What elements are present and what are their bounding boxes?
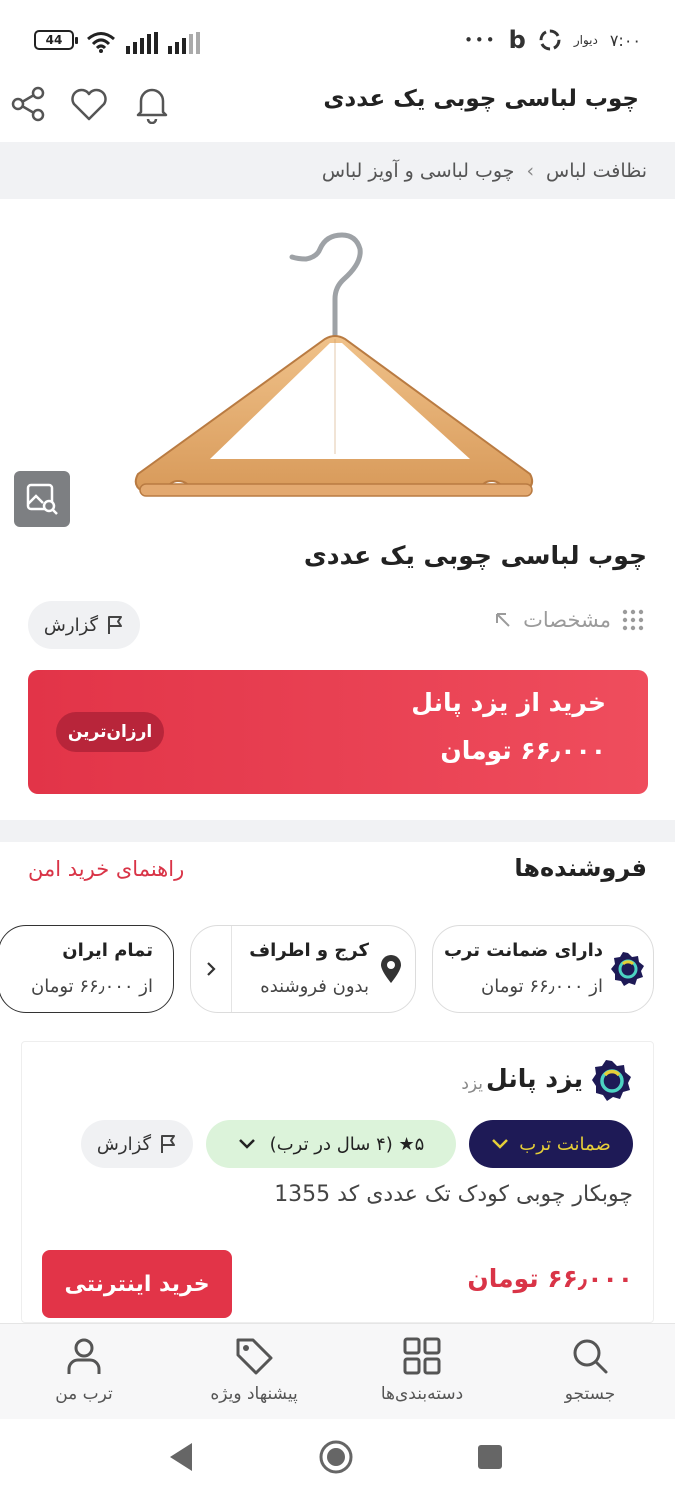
filter-location-sub: بدون فروشنده [260,976,369,997]
bell-icon[interactable] [130,82,174,126]
guarantee-label: ضمانت ترب [519,1133,611,1155]
offer-card: یزد پانل یزد ضمانت ترب ۵★ (۴ سال در ترب)… [21,1041,654,1323]
flag-icon [108,616,123,634]
search-icon [573,1339,608,1374]
safe-buy-guide-link[interactable]: راهنمای خرید امن [28,857,184,881]
divar-label: دیوار [573,33,598,47]
wifi-icon [87,32,115,53]
chevron-right-icon[interactable] [203,960,219,978]
header: چوب لباسی چوبی یک عددی [0,78,675,142]
tag-icon [236,1338,273,1375]
cell-signal-icon [126,32,158,54]
breadcrumb-separator: › [526,159,535,182]
rating-badge[interactable]: ۵★ (۴ سال در ترب) [206,1120,456,1168]
chevron-down-icon [492,1139,509,1149]
arrow-up-left-icon [496,613,510,627]
page-title: چوب لباسی چوبی یک عددی [323,86,639,112]
nav-search[interactable]: جستجو [520,1336,660,1416]
specs-label: مشخصات [523,608,611,632]
nav-search-label: جستجو [564,1384,616,1404]
grid-icon [403,1337,441,1375]
filter-all-iran-title: تمام ایران [62,940,153,961]
breadcrumb: نظافت لباس › چوب لباسی و آویز لباس [0,142,675,199]
recycle-icon [539,29,561,51]
filter-location[interactable]: کرج و اطراف بدون فروشنده [190,925,416,1013]
offer-price: ۶۶٫۰۰۰ تومان [467,1264,633,1293]
section-divider [0,820,675,842]
status-bar: 44 ••• b دیوار ۷:۰۰ [0,0,675,78]
buy-banner-price: ۶۶٫۰۰۰ تومان [440,736,606,765]
user-icon [67,1338,101,1374]
nav-profile[interactable]: ترب من [14,1336,154,1416]
more-dots: ••• [464,31,497,49]
nav-categories[interactable]: دسته‌بندی‌ها [352,1336,492,1416]
report-button[interactable]: گزارش [28,601,140,649]
filter-guarantee[interactable]: دارای ضمانت ترب از ۶۶٫۰۰۰ تومان [432,925,654,1013]
buy-banner-title: خرید از یزد پانل [411,688,606,717]
sellers-title: فروشنده‌ها [514,854,647,882]
grid-dots-icon [622,609,644,631]
online-buy-button[interactable]: خرید اینترنتی [42,1250,232,1318]
cheapest-badge: ارزان‌ترین [56,712,164,752]
torob-guarantee-icon [611,952,644,986]
gallery-button[interactable] [14,471,70,527]
offer-description: چوبکار چوبی کودک تک عددی کد 1355 [274,1182,633,1207]
heart-icon[interactable] [67,82,111,126]
filter-all-iran[interactable]: تمام ایران از ۶۶٫۰۰۰ تومان [0,925,174,1013]
nav-categories-label: دسته‌بندی‌ها [380,1384,464,1404]
breadcrumb-item-1[interactable]: نظافت لباس [546,160,647,182]
nav-profile-label: ترب من [55,1384,113,1404]
nav-special-offer[interactable]: پیشنهاد ویژه [184,1336,324,1416]
filter-location-title: کرج و اطراف [249,940,369,961]
battery-indicator: 44 [34,30,78,50]
flag-icon [161,1135,176,1153]
guarantee-badge[interactable]: ضمانت ترب [469,1120,633,1168]
system-nav-bar [0,1419,675,1500]
chevron-down-icon [238,1139,255,1149]
filter-guarantee-title: دارای ضمانت ترب [443,940,603,961]
rating-label: ۵★ (۴ سال در ترب) [269,1133,425,1155]
offer-report-button[interactable]: گزارش [81,1120,193,1168]
shop-name[interactable]: یزد پانل [486,1064,583,1093]
share-icon[interactable] [6,82,50,126]
report-label: گزارش [43,614,99,636]
specs-link[interactable]: مشخصات [493,608,645,632]
location-pin-icon [381,955,401,983]
recents-square-icon[interactable] [476,1443,504,1471]
status-right: ••• b دیوار ۷:۰۰ [464,26,641,54]
b-app-icon: b [508,26,526,54]
bottom-nav: جستجو دسته‌بندی‌ها پیشنهاد ویژه ترب من [0,1323,675,1419]
product-title: چوب لباسی چوبی یک عددی [303,541,647,570]
nav-special-offer-label: پیشنهاد ویژه [210,1384,298,1404]
filter-location-separator [231,926,232,1012]
filter-all-iran-sub: از ۶۶٫۰۰۰ تومان [31,976,153,997]
signal-icons [86,26,200,54]
product-gallery[interactable] [0,199,675,539]
buy-from-shop-banner[interactable]: خرید از یزد پانل ۶۶٫۰۰۰ تومان ارزان‌ترین [28,670,648,794]
offer-report-label: گزارش [96,1133,152,1155]
shop-logo [592,1060,631,1101]
status-time: ۷:۰۰ [609,30,641,50]
hanger-image [134,232,534,497]
cell-signal-2-icon [168,32,200,54]
home-circle-icon[interactable] [318,1439,354,1475]
filter-guarantee-sub: از ۶۶٫۰۰۰ تومان [481,976,603,997]
back-triangle-icon[interactable] [168,1441,196,1473]
image-search-icon [26,483,58,515]
breadcrumb-item-2[interactable]: چوب لباسی و آویز لباس [322,160,515,182]
shop-city: یزد [461,1074,483,1094]
